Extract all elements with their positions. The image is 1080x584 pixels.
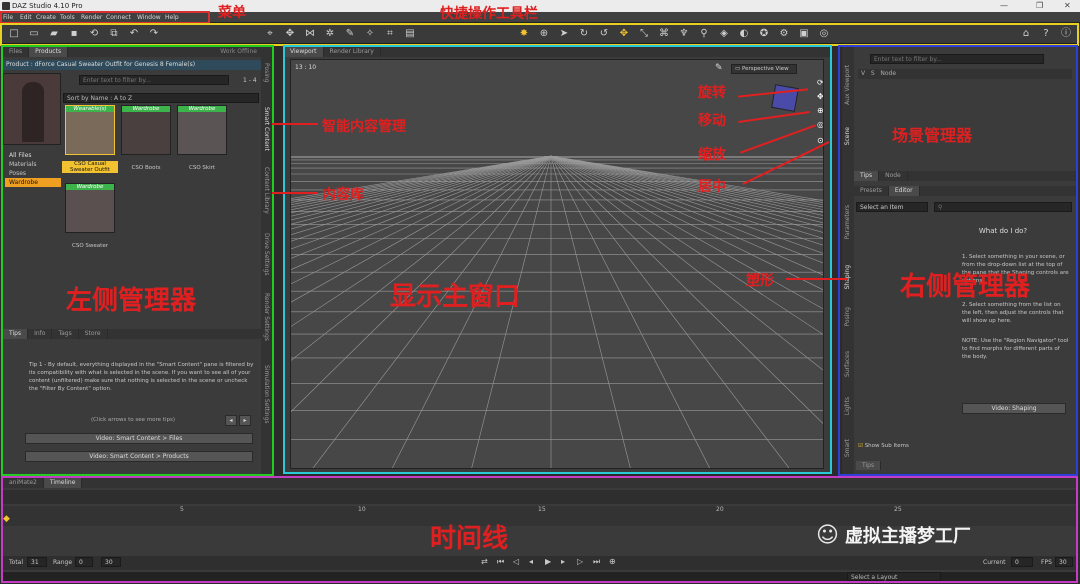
watermark-text: 虚拟主播梦工厂 [844,526,971,547]
annotation-left-manager: 左侧管理器 [66,286,197,316]
app-icon [2,2,10,10]
watermark: ☺ 虚拟主播梦工厂 [816,522,971,548]
minimize-icon[interactable]: — [1000,1,1008,10]
annotation-center: 居中 [698,179,726,195]
wechat-icon: ☺ [816,522,839,548]
annotation-main-window: 显示主窗口 [390,282,521,312]
annotation-toolbar: 快捷操作工具栏 [440,6,538,22]
annotation-rotate: 旋转 [698,85,726,101]
annotation-shaping: 塑形 [746,273,774,289]
toolbar-frame [0,23,1079,46]
annotation-smart-content: 智能内容管理 [322,119,406,135]
window-title: DAZ Studio 4.10 Pro [12,2,83,10]
annotation-zoom: 缩放 [698,147,726,163]
annotation-content-library: 内容库 [322,187,364,203]
annotation-scene-manager: 场景管理器 [892,126,973,145]
arrow-shaping [786,278,848,280]
viewport-frame [283,45,832,474]
annotation-menu: 菜单 [218,5,246,21]
arrow-smart-content [272,123,318,125]
arrow-content-library [272,192,318,194]
annotation-right-manager: 右侧管理器 [900,272,1031,302]
left-frame [1,45,274,476]
annotation-timeline: 时间线 [430,524,509,554]
maximize-icon[interactable]: ❐ [1036,1,1043,10]
right-frame [838,45,1078,476]
annotation-move: 移动 [698,113,726,129]
close-icon[interactable]: ✕ [1064,1,1071,10]
